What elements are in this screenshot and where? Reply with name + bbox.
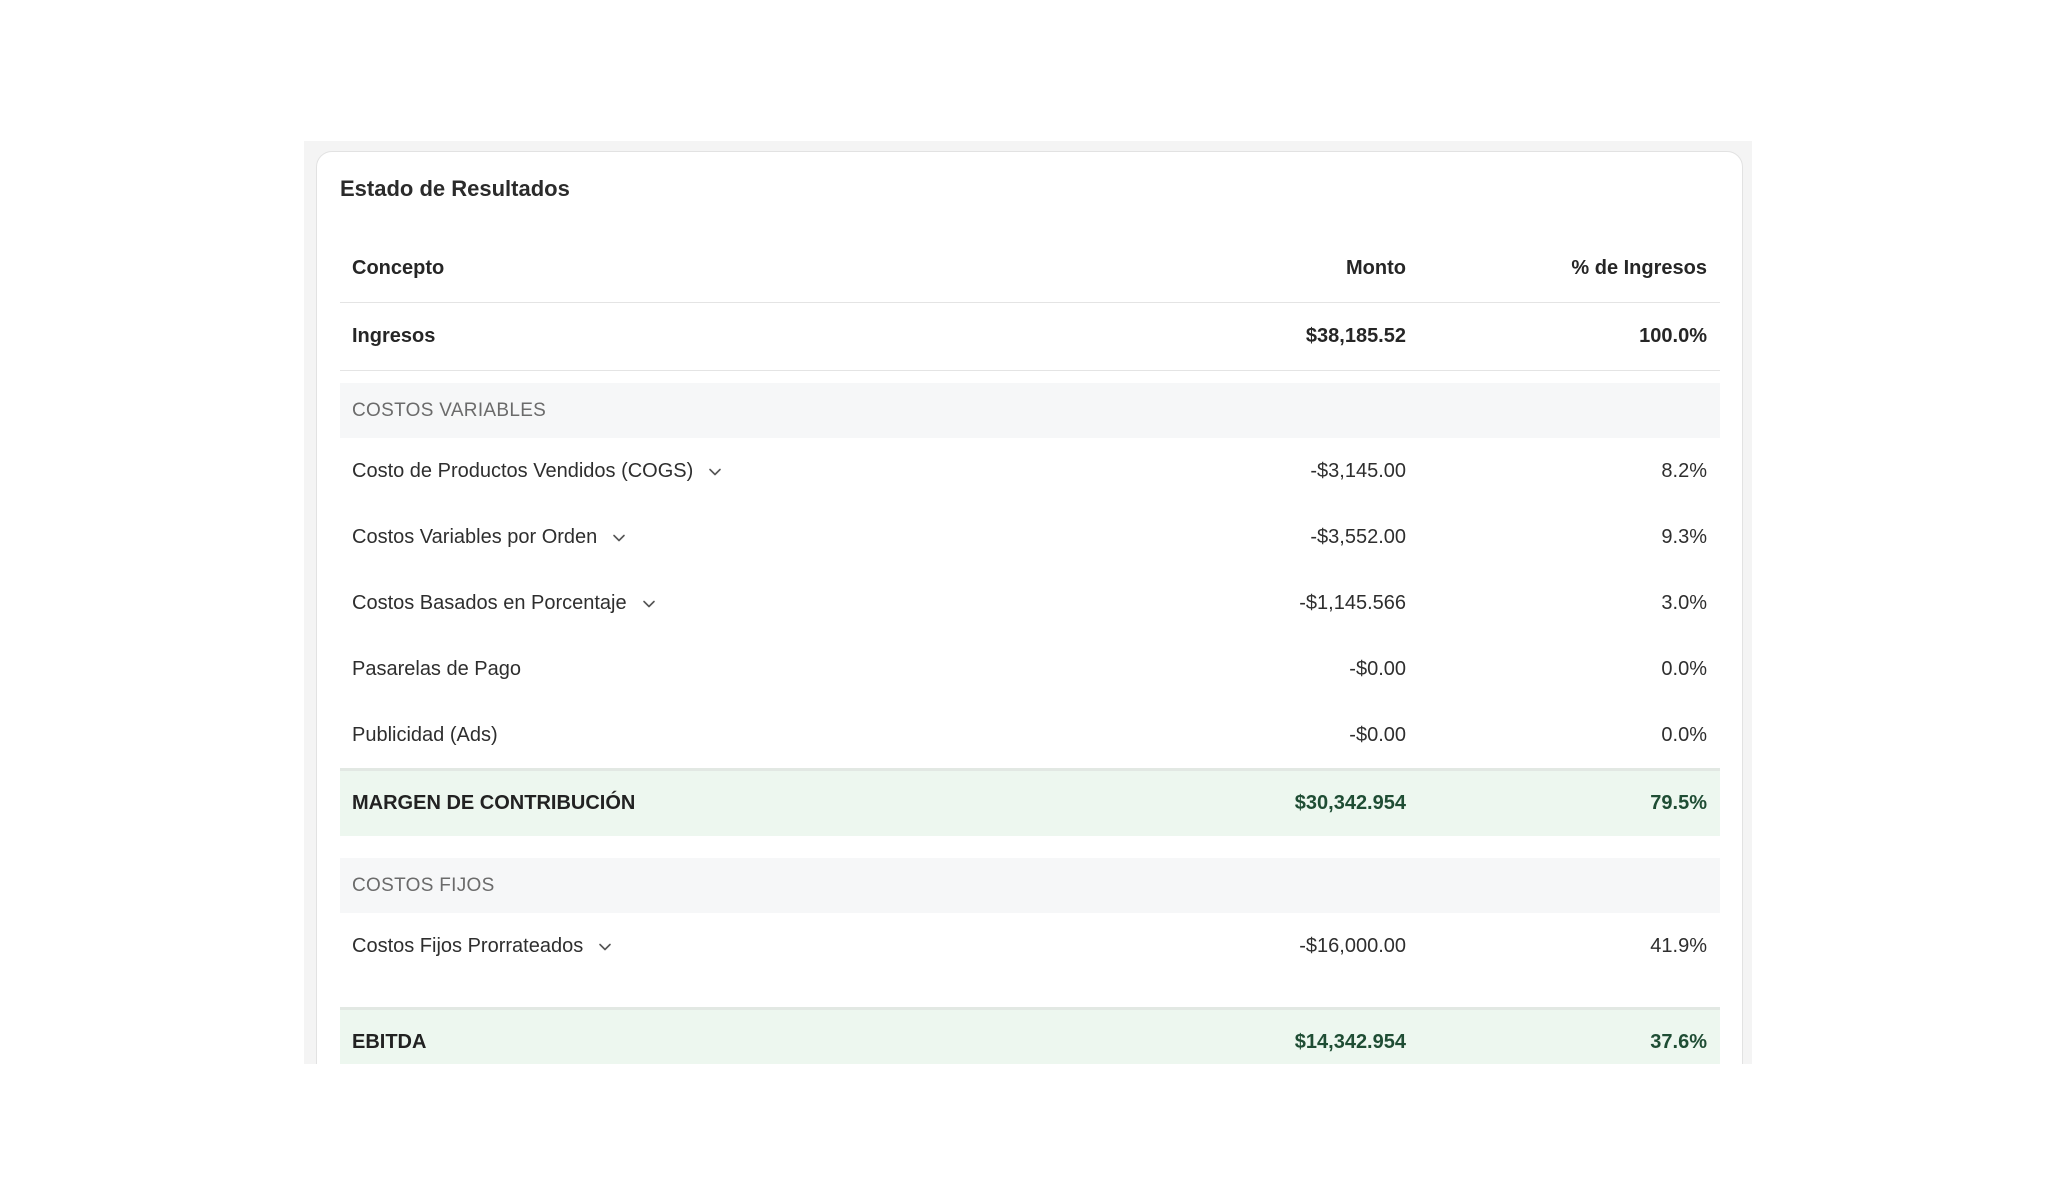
row-pct: 0.0%: [1661, 657, 1707, 680]
section-label: COSTOS FIJOS: [352, 874, 495, 896]
ingresos-row: Ingresos $38,185.52 100.0%: [340, 303, 1720, 371]
table-header-row: Concepto Monto % de Ingresos: [340, 235, 1720, 303]
ingresos-pct: 100.0%: [1639, 325, 1707, 347]
column-header-monto: Monto: [1346, 257, 1406, 279]
row-pct: 41.9%: [1650, 934, 1707, 957]
row-monto: -$0.00: [1349, 723, 1406, 746]
row-label: Costos Fijos Prorrateados: [352, 934, 584, 957]
row-label: Costo de Productos Vendidos (COGS): [352, 459, 694, 482]
column-header-pct: % de Ingresos: [1571, 257, 1707, 279]
section-header-costos-fijos: COSTOS FIJOS: [340, 858, 1720, 913]
row-label: Pasarelas de Pago: [352, 657, 522, 680]
ebitda-row: EBITDA $14,342.954 37.6%: [340, 1007, 1720, 1064]
chevron-down-icon[interactable]: [707, 464, 723, 480]
row-label: Costos Basados en Porcentaje: [352, 591, 627, 614]
column-header-concepto: Concepto: [352, 257, 445, 279]
row-pct: 3.0%: [1661, 591, 1707, 614]
table-row-costos-variables-orden[interactable]: Costos Variables por Orden -$3,552.00 9.…: [340, 504, 1720, 570]
table-row-costos-fijos-prorrateados[interactable]: Costos Fijos Prorrateados -$16,000.00 41…: [340, 913, 1720, 979]
row-label-cell: Costo de Productos Vendidos (COGS): [340, 460, 1120, 483]
total-monto: $14,342.954: [1294, 1031, 1406, 1053]
row-label: Publicidad (Ads): [352, 723, 498, 746]
section-label: COSTOS VARIABLES: [352, 399, 547, 421]
total-pct: 79.5%: [1650, 792, 1707, 814]
row-monto: -$1,145.566: [1299, 591, 1406, 614]
income-statement-card: Estado de Resultados Concepto Monto % de…: [316, 151, 1743, 1064]
chevron-down-icon[interactable]: [641, 596, 657, 612]
row-monto: -$0.00: [1349, 657, 1406, 680]
total-label: EBITDA: [352, 1031, 427, 1053]
row-pct: 0.0%: [1661, 723, 1707, 746]
margen-contribucion-row: MARGEN DE CONTRIBUCIÓN $30,342.954 79.5%: [340, 768, 1720, 836]
table-row-costos-porcentaje[interactable]: Costos Basados en Porcentaje -$1,145.566…: [340, 570, 1720, 636]
row-label-cell: Costos Variables por Orden: [340, 526, 1120, 549]
table-row-cogs[interactable]: Costo de Productos Vendidos (COGS) -$3,1…: [340, 438, 1720, 504]
row-monto: -$3,145.00: [1310, 459, 1406, 482]
row-monto: -$16,000.00: [1299, 934, 1406, 957]
income-statement-table: Concepto Monto % de Ingresos Ingresos $3…: [340, 235, 1720, 1064]
row-monto: -$3,552.00: [1310, 525, 1406, 548]
table-row-publicidad: Publicidad (Ads) -$0.00 0.0%: [340, 702, 1720, 768]
card-title: Estado de Resultados: [340, 176, 570, 201]
row-pct: 8.2%: [1661, 459, 1707, 482]
row-pct: 9.3%: [1661, 525, 1707, 548]
ingresos-monto: $38,185.52: [1305, 325, 1406, 347]
row-label: Costos Variables por Orden: [352, 525, 598, 548]
ingresos-label: Ingresos: [352, 325, 436, 347]
section-header-costos-variables: COSTOS VARIABLES: [340, 383, 1720, 438]
table-row-pasarelas: Pasarelas de Pago -$0.00 0.0%: [340, 636, 1720, 702]
row-label-cell: Costos Fijos Prorrateados: [340, 935, 1120, 958]
chevron-down-icon[interactable]: [597, 939, 613, 955]
total-label: MARGEN DE CONTRIBUCIÓN: [352, 792, 636, 814]
page-frame: Estado de Resultados Concepto Monto % de…: [304, 141, 1752, 1064]
chevron-down-icon[interactable]: [611, 530, 627, 546]
total-pct: 37.6%: [1650, 1031, 1707, 1053]
total-monto: $30,342.954: [1294, 792, 1406, 814]
row-label-cell: Costos Basados en Porcentaje: [340, 592, 1120, 615]
